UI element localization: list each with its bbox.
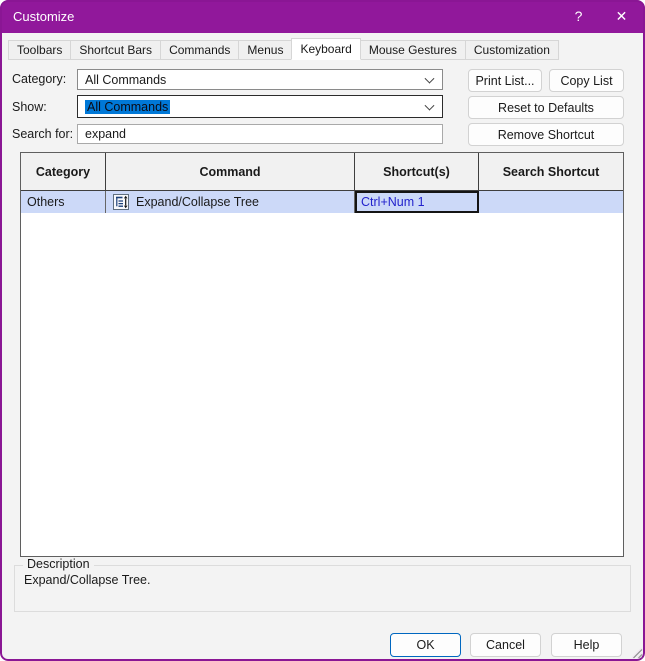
customize-dialog: Customize ? ✕ Toolbars Shortcut Bars Com…: [0, 0, 645, 661]
header-category: Category: [21, 153, 106, 191]
header-shortcuts: Shortcut(s): [355, 153, 479, 191]
expand-collapse-tree-icon: [113, 194, 129, 210]
chevron-down-icon: [424, 100, 435, 111]
remove-shortcut-button[interactable]: Remove Shortcut: [468, 123, 624, 146]
category-label: Category:: [12, 72, 67, 86]
show-dropdown[interactable]: All Commands: [77, 95, 443, 118]
header-search-shortcut: Search Shortcut: [479, 153, 623, 191]
resize-grip[interactable]: [629, 645, 643, 659]
cell-command[interactable]: Expand/Collapse Tree: [106, 191, 355, 213]
tab-shortcut-bars[interactable]: Shortcut Bars: [70, 40, 162, 60]
search-input[interactable]: [77, 124, 443, 144]
search-for-label: Search for:: [12, 127, 74, 141]
cancel-button[interactable]: Cancel: [470, 633, 541, 657]
cell-shortcut[interactable]: Ctrl+Num 1: [355, 191, 479, 213]
tab-customization[interactable]: Customization: [464, 40, 559, 60]
tab-mouse-gestures[interactable]: Mouse Gestures: [359, 40, 466, 60]
show-dropdown-value: All Commands: [85, 99, 171, 114]
close-icon: ✕: [615, 7, 628, 24]
tab-keyboard[interactable]: Keyboard: [291, 38, 361, 60]
help-icon: ?: [574, 8, 583, 24]
titlebar[interactable]: Customize ? ✕: [0, 0, 645, 33]
cell-command-label: Expand/Collapse Tree: [136, 195, 259, 209]
cell-category[interactable]: Others: [21, 191, 106, 213]
tab-toolbars[interactable]: Toolbars: [8, 40, 72, 60]
chevron-down-icon: [424, 73, 435, 84]
shortcuts-table: Category Command Shortcut(s) Search Shor…: [20, 152, 624, 557]
help-button-footer[interactable]: Help: [551, 633, 622, 657]
tab-commands[interactable]: Commands: [160, 40, 240, 60]
tab-menus[interactable]: Menus: [238, 40, 293, 60]
table-row[interactable]: Others Expand/Collapse Tree Ctrl+Num 1: [21, 191, 623, 213]
description-text: Expand/Collapse Tree.: [24, 573, 151, 587]
description-groupbox: Description Expand/Collapse Tree.: [14, 557, 631, 612]
table-header-row: Category Command Shortcut(s) Search Shor…: [21, 153, 623, 191]
close-button[interactable]: ✕: [600, 0, 643, 32]
print-list-button[interactable]: Print List...: [468, 69, 542, 92]
header-command: Command: [106, 153, 355, 191]
cell-search-shortcut[interactable]: [479, 191, 623, 213]
category-dropdown[interactable]: All Commands: [77, 69, 443, 90]
category-dropdown-value: All Commands: [85, 72, 167, 87]
copy-list-button[interactable]: Copy List: [549, 69, 624, 92]
window-title: Customize: [13, 9, 75, 24]
show-label: Show:: [12, 100, 47, 114]
description-legend: Description: [23, 557, 94, 571]
reset-to-defaults-button[interactable]: Reset to Defaults: [468, 96, 624, 119]
ok-button[interactable]: OK: [390, 633, 461, 657]
help-button[interactable]: ?: [557, 0, 600, 32]
tab-bar: Toolbars Shortcut Bars Commands Menus Ke…: [8, 38, 559, 60]
